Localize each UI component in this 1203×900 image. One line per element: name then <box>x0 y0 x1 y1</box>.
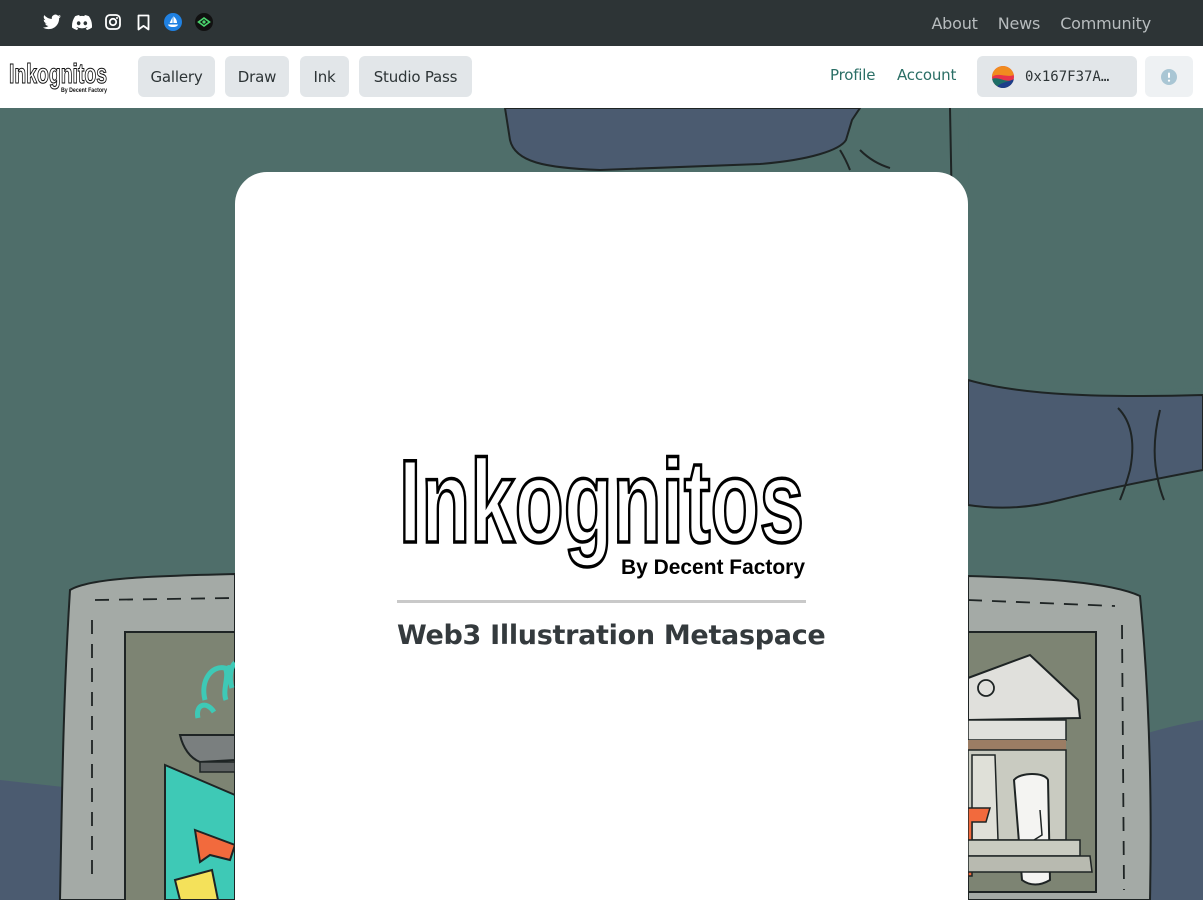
hero-card: Inkognitos By Decent Factory Web3 Illust… <box>235 172 968 900</box>
hero-divider <box>397 600 806 603</box>
community-link[interactable]: Community <box>1060 14 1151 33</box>
instagram-icon[interactable] <box>102 11 124 33</box>
hero-logo-subtext: By Decent Factory <box>621 556 805 579</box>
brand-text: Inkognitos <box>9 59 107 89</box>
ink-button[interactable]: Ink <box>300 56 349 97</box>
wallet-address: 0x167F37A… <box>1025 68 1110 85</box>
draw-button[interactable]: Draw <box>225 56 289 97</box>
discord-icon[interactable] <box>71 11 93 33</box>
info-circle-icon <box>1161 68 1177 85</box>
alert-button[interactable] <box>1145 56 1193 97</box>
profile-link[interactable]: Profile <box>830 66 875 84</box>
twitter-icon[interactable] <box>41 11 63 33</box>
wallet-button[interactable]: 0x167F37A… <box>977 56 1137 97</box>
brand-logo[interactable]: Inkognitos By Decent Factory <box>8 57 109 95</box>
hero-logo: Inkognitos By Decent Factory <box>397 434 806 588</box>
hero-tagline: Web3 Illustration Metaspace <box>397 620 826 651</box>
signal-icon[interactable] <box>193 11 215 33</box>
bookmark-icon[interactable] <box>132 11 154 33</box>
top-links: About News Community <box>931 0 1151 46</box>
social-bar: About News Community <box>0 0 1203 46</box>
main-navbar: Inkognitos By Decent Factory Gallery Dra… <box>0 46 1203 108</box>
account-link[interactable]: Account <box>897 66 956 84</box>
news-link[interactable]: News <box>998 14 1041 33</box>
wallet-avatar <box>992 65 1014 88</box>
gallery-button[interactable]: Gallery <box>138 56 215 97</box>
about-link[interactable]: About <box>931 14 978 33</box>
studio-pass-button[interactable]: Studio Pass <box>359 56 472 97</box>
hero-logo-text: Inkognitos <box>399 438 804 568</box>
opensea-icon[interactable] <box>162 11 184 33</box>
brand-subtext: By Decent Factory <box>61 88 108 94</box>
